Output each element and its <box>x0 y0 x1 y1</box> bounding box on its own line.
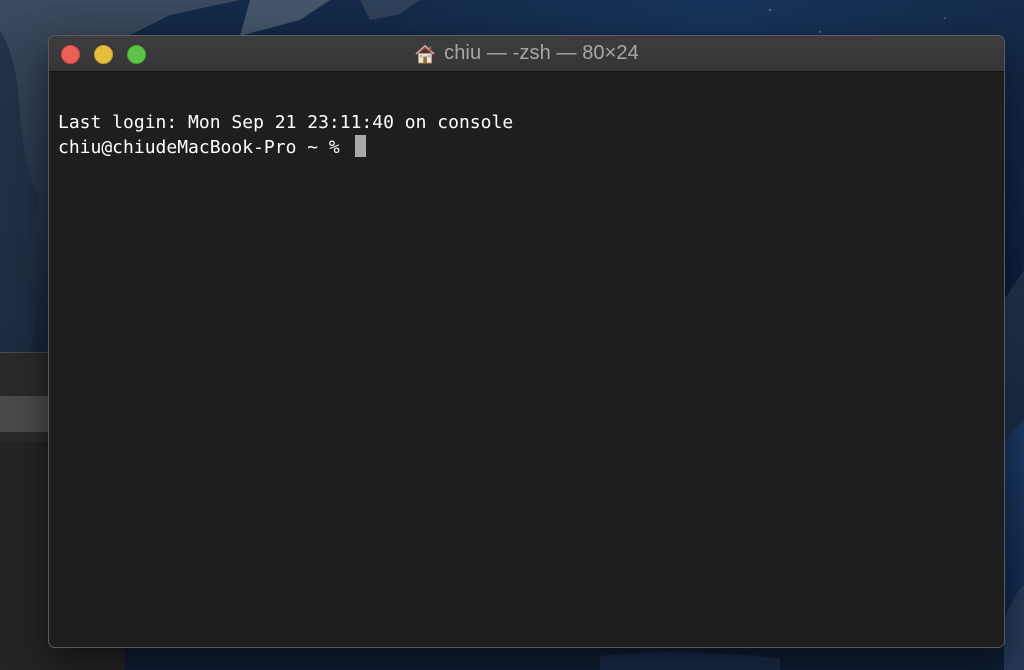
terminal-content[interactable]: Last login: Mon Sep 21 23:11:40 on conso… <box>49 72 1004 647</box>
text-cursor <box>354 135 366 157</box>
close-button[interactable] <box>61 45 80 64</box>
window-titlebar[interactable]: chiu — -zsh — 80×24 <box>49 36 1004 72</box>
zoom-button[interactable] <box>127 45 146 64</box>
last-login-line: Last login: Mon Sep 21 23:11:40 on conso… <box>58 112 514 133</box>
background-window-selected-row[interactable] <box>0 396 48 432</box>
prompt-line[interactable]: chiu@chiudeMacBook-Pro ~ % <box>58 135 366 160</box>
window-controls <box>61 45 146 64</box>
shell-prompt: chiu@chiudeMacBook-Pro ~ % <box>58 137 351 158</box>
home-icon <box>414 44 436 64</box>
terminal-window[interactable]: chiu — -zsh — 80×24 Last login: Mon Sep … <box>49 36 1004 647</box>
window-title: chiu — -zsh — 80×24 <box>414 42 639 65</box>
minimize-button[interactable] <box>94 45 113 64</box>
window-title-text: chiu — -zsh — 80×24 <box>444 42 639 64</box>
